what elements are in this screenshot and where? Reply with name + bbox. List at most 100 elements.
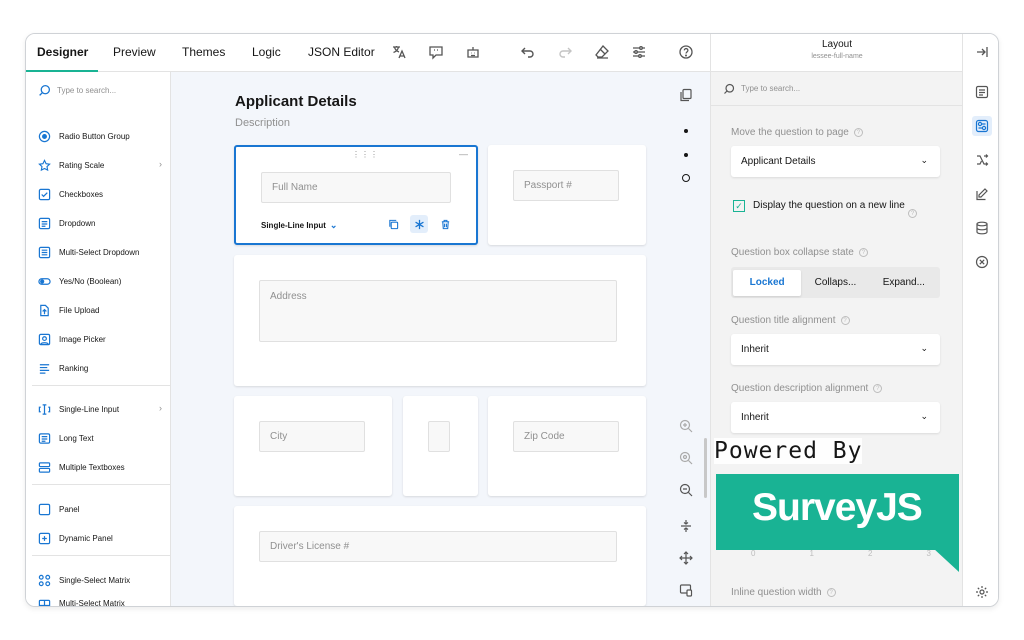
license-input[interactable]: Driver's License # (259, 531, 617, 562)
help-icon[interactable] (676, 42, 696, 62)
tab-themes[interactable]: Themes (182, 45, 225, 59)
question-type-selector[interactable]: Single-Line Input ⌄ (261, 220, 337, 231)
expand-all-icon[interactable] (677, 549, 695, 567)
page-nav-dot[interactable] (684, 153, 688, 157)
collapse-panel-icon[interactable] (972, 42, 992, 62)
move-to-page-text: Move the question to page (731, 127, 849, 138)
toolbox-item-single-select-matrix[interactable]: Single-Select Matrix (38, 574, 158, 587)
page-nav-add[interactable] (682, 174, 690, 182)
toolbox-item-ranking[interactable]: Ranking (38, 362, 158, 375)
toolbox-item-boolean[interactable]: Yes/No (Boolean) (38, 275, 158, 288)
canvas-scrollbar[interactable] (704, 438, 707, 498)
toolbox-item-long-text[interactable]: Long Text (38, 432, 158, 445)
general-properties-icon[interactable] (972, 82, 992, 102)
tab-json-editor[interactable]: JSON Editor (308, 45, 375, 59)
collapse-icon[interactable]: — (459, 149, 468, 159)
toolbox-item-rating-scale[interactable]: Rating Scale › (38, 159, 162, 172)
city-input[interactable]: City (259, 421, 365, 452)
toolbox-item-multi-select-matrix[interactable]: Multi-Select Matrix (38, 599, 158, 606)
duplicate-icon[interactable] (384, 215, 402, 233)
speech-bubble-icon[interactable] (426, 42, 446, 62)
page-nav-dot[interactable] (684, 129, 688, 133)
redo-icon[interactable] (555, 42, 575, 62)
collapse-all-icon[interactable] (677, 517, 695, 535)
data-icon[interactable] (972, 218, 992, 238)
design-canvas: Applicant Details Description ⋮⋮⋮ — Full… (171, 72, 710, 606)
eraser-icon[interactable] (592, 42, 612, 62)
chevron-right-icon[interactable]: › (159, 403, 162, 413)
toolbox-item-panel[interactable]: Panel (38, 503, 158, 516)
collapse-option-locked[interactable]: Locked (733, 269, 802, 296)
page-description[interactable]: Description (235, 117, 290, 129)
full-name-input[interactable]: Full Name (261, 172, 451, 203)
width-scale-numbers: 0 1 2 3 (751, 549, 931, 558)
tab-preview[interactable]: Preview (113, 45, 156, 59)
help-icon[interactable]: ? (853, 128, 863, 137)
toolbox-item-dropdown[interactable]: Dropdown (38, 217, 158, 230)
logic-properties-icon[interactable] (972, 150, 992, 170)
translate-icon[interactable] (389, 42, 409, 62)
clear-icon[interactable] (972, 252, 992, 272)
zip-input[interactable]: Zip Code (513, 421, 619, 452)
delete-icon[interactable] (436, 215, 454, 233)
surveyjs-logo: SurveyJS (716, 474, 959, 550)
address-input[interactable]: Address (259, 280, 617, 342)
page-title[interactable]: Applicant Details (235, 93, 357, 110)
help-icon[interactable]: ? (826, 588, 836, 597)
help-icon[interactable]: ? (840, 316, 850, 325)
move-to-page-select[interactable]: Applicant Details ⌄ (731, 146, 940, 177)
chevron-right-icon[interactable]: › (159, 159, 162, 169)
validation-icon[interactable] (972, 184, 992, 204)
question-address[interactable]: Address (234, 255, 646, 386)
description-alignment-select[interactable]: Inherit ⌄ (731, 402, 940, 433)
toolbox-item-label: Dropdown (59, 219, 96, 228)
layout-properties-icon[interactable] (972, 116, 992, 136)
help-icon[interactable]: ? (873, 384, 883, 393)
toolbox-item-radio-button-group[interactable]: Radio Button Group (38, 130, 158, 143)
tab-logic[interactable]: Logic (252, 45, 281, 59)
state-input[interactable] (428, 421, 450, 452)
collapse-option-expanded[interactable]: Expand... (870, 270, 938, 296)
toolbox-item-checkboxes[interactable]: Checkboxes (38, 188, 158, 201)
zoom-in-icon[interactable] (677, 417, 695, 435)
collapse-option-collapsed[interactable]: Collaps... (801, 270, 869, 296)
property-search[interactable]: Type to search... (711, 72, 963, 106)
check-icon[interactable]: ✓ (733, 200, 745, 212)
settings-sliders-icon[interactable] (629, 42, 649, 62)
description-alignment-text: Question description alignment (731, 383, 869, 394)
title-alignment-select[interactable]: Inherit ⌄ (731, 334, 940, 365)
question-state[interactable] (403, 396, 478, 496)
settings-gear-icon[interactable] (972, 582, 992, 602)
question-city[interactable]: City (234, 396, 392, 496)
passport-input[interactable]: Passport # (513, 170, 619, 201)
zoom-reset-icon[interactable] (677, 449, 695, 467)
drag-handle-icon[interactable]: ⋮⋮⋮ (352, 150, 379, 159)
toolbox-item-single-line-input[interactable]: Single-Line Input › (38, 403, 162, 416)
toolbox-item-file-upload[interactable]: File Upload (38, 304, 158, 317)
property-grid-header: Layout lessee-full-name (711, 34, 963, 72)
undo-icon[interactable] (518, 42, 538, 62)
toolbox-item-image-picker[interactable]: Image Picker (38, 333, 158, 346)
question-zip[interactable]: Zip Code (488, 396, 646, 496)
toolbox-search[interactable]: Type to search... (38, 84, 116, 97)
question-drivers-license[interactable]: Driver's License # (234, 506, 646, 606)
toolbox-item-multiple-textboxes[interactable]: Multiple Textboxes (38, 461, 158, 474)
robot-icon[interactable] (463, 42, 483, 62)
chevron-down-icon: ⌄ (920, 411, 928, 421)
required-asterisk-icon[interactable] (410, 215, 428, 233)
toolbox-item-multi-select-dropdown[interactable]: Multi-Select Dropdown (38, 246, 158, 259)
zoom-out-icon[interactable] (677, 481, 695, 499)
help-icon[interactable]: ? (908, 209, 917, 218)
copy-page-icon[interactable] (677, 86, 695, 104)
toolbox-item-label: Ranking (59, 364, 89, 373)
collapse-state-label: Question box collapse state ? (731, 247, 868, 258)
help-icon[interactable]: ? (858, 248, 868, 257)
toolbox-item-dynamic-panel[interactable]: Dynamic Panel (38, 532, 158, 545)
question-passport[interactable]: Passport # (488, 145, 646, 245)
new-line-checkbox[interactable]: ✓ Display the question on a new line (733, 199, 913, 213)
preview-device-icon[interactable] (677, 581, 695, 599)
question-full-name[interactable]: ⋮⋮⋮ — Full Name Single-Line Input ⌄ (234, 145, 478, 245)
toolbox-item-label: Rating Scale (59, 161, 105, 170)
tab-designer[interactable]: Designer (37, 45, 88, 59)
property-search-placeholder: Type to search... (741, 84, 801, 93)
